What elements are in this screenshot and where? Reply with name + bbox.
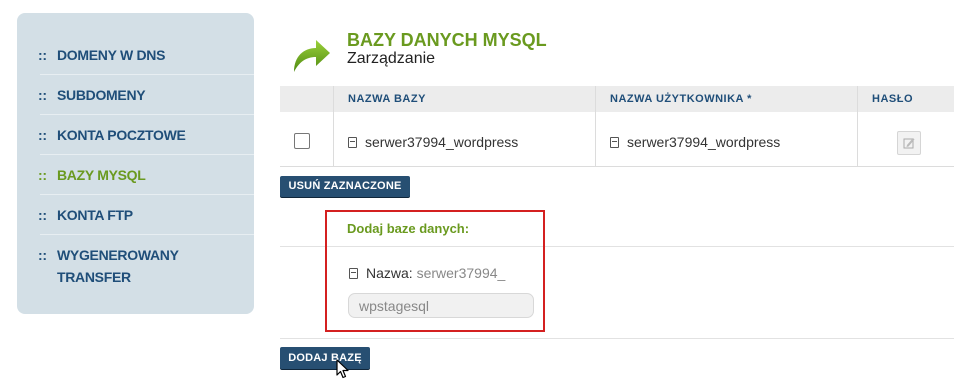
green-arrow-icon [292, 36, 332, 76]
sidebar-item-mail-accounts[interactable]: :: KONTA POCZTOWE [38, 127, 238, 143]
sidebar-bullet: :: [38, 247, 47, 263]
edit-password-button[interactable] [897, 131, 921, 155]
sidebar-divider [40, 74, 254, 75]
sidebar-item-label: DOMENY W DNS [57, 47, 166, 63]
table-header: NAZWA BAZY NAZWA UŻYTKOWNIKA * HASŁO [280, 86, 954, 112]
add-db-button[interactable]: DODAJ BAZĘ [280, 347, 370, 369]
sidebar-item-label-line2: TRANSFER [57, 269, 131, 285]
page-subtitle: Zarządzanie [347, 50, 436, 67]
column-header-user-name[interactable]: NAZWA UŻYTKOWNIKA * [610, 86, 752, 112]
db-name-cell: serwer37994_wordpress [348, 134, 518, 150]
user-name-value: serwer37994_wordpress [627, 134, 781, 150]
highlight-annotation [325, 210, 545, 332]
sidebar-bullet: :: [38, 167, 47, 183]
sidebar-item-label: KONTA POCZTOWE [57, 127, 186, 143]
sidebar-divider [40, 114, 254, 115]
database-icon [348, 137, 357, 148]
sidebar-divider [40, 194, 254, 195]
sidebar-nav: :: DOMENY W DNS :: SUBDOMENY :: KONTA POCZT… [17, 13, 254, 314]
page-title: BAZY DANYCH MYSQL [347, 30, 547, 50]
sidebar-divider [40, 154, 254, 155]
sidebar-bullet: :: [38, 127, 47, 143]
column-header-db-name[interactable]: NAZWA BAZY [348, 86, 426, 112]
sidebar-item-subdomains[interactable]: :: SUBDOMENY [38, 87, 238, 103]
sidebar-item-dns-domains[interactable]: :: DOMENY W DNS [38, 47, 238, 63]
sidebar-bullet: :: [38, 47, 47, 63]
column-header-password[interactable]: HASŁO [872, 86, 913, 112]
sidebar-item-mysql-databases[interactable]: :: BAZY MYSQL [38, 167, 238, 183]
delete-selected-button[interactable]: USUŃ ZAZNACZONE [280, 176, 410, 197]
sidebar-item-generated-transfer[interactable]: :: WYGENEROWANY TRANSFER [38, 247, 238, 285]
mouse-cursor-icon [336, 359, 350, 379]
sidebar-divider [40, 234, 254, 235]
edit-icon [903, 138, 915, 149]
row-select-checkbox[interactable] [294, 133, 310, 149]
sidebar-item-label: SUBDOMENY [57, 87, 146, 103]
sidebar-item-label: BAZY MYSQL [57, 167, 146, 183]
section-divider [280, 338, 954, 339]
sidebar-item-label: WYGENEROWANY [57, 247, 179, 263]
sidebar-item-label: KONTA FTP [57, 207, 133, 223]
user-icon [610, 137, 619, 148]
sidebar-item-ftp-accounts[interactable]: :: KONTA FTP [38, 207, 238, 223]
sidebar-bullet: :: [38, 87, 47, 103]
sidebar-bullet: :: [38, 207, 47, 223]
db-name-value: serwer37994_wordpress [365, 134, 519, 150]
user-name-cell: serwer37994_wordpress [610, 134, 780, 150]
